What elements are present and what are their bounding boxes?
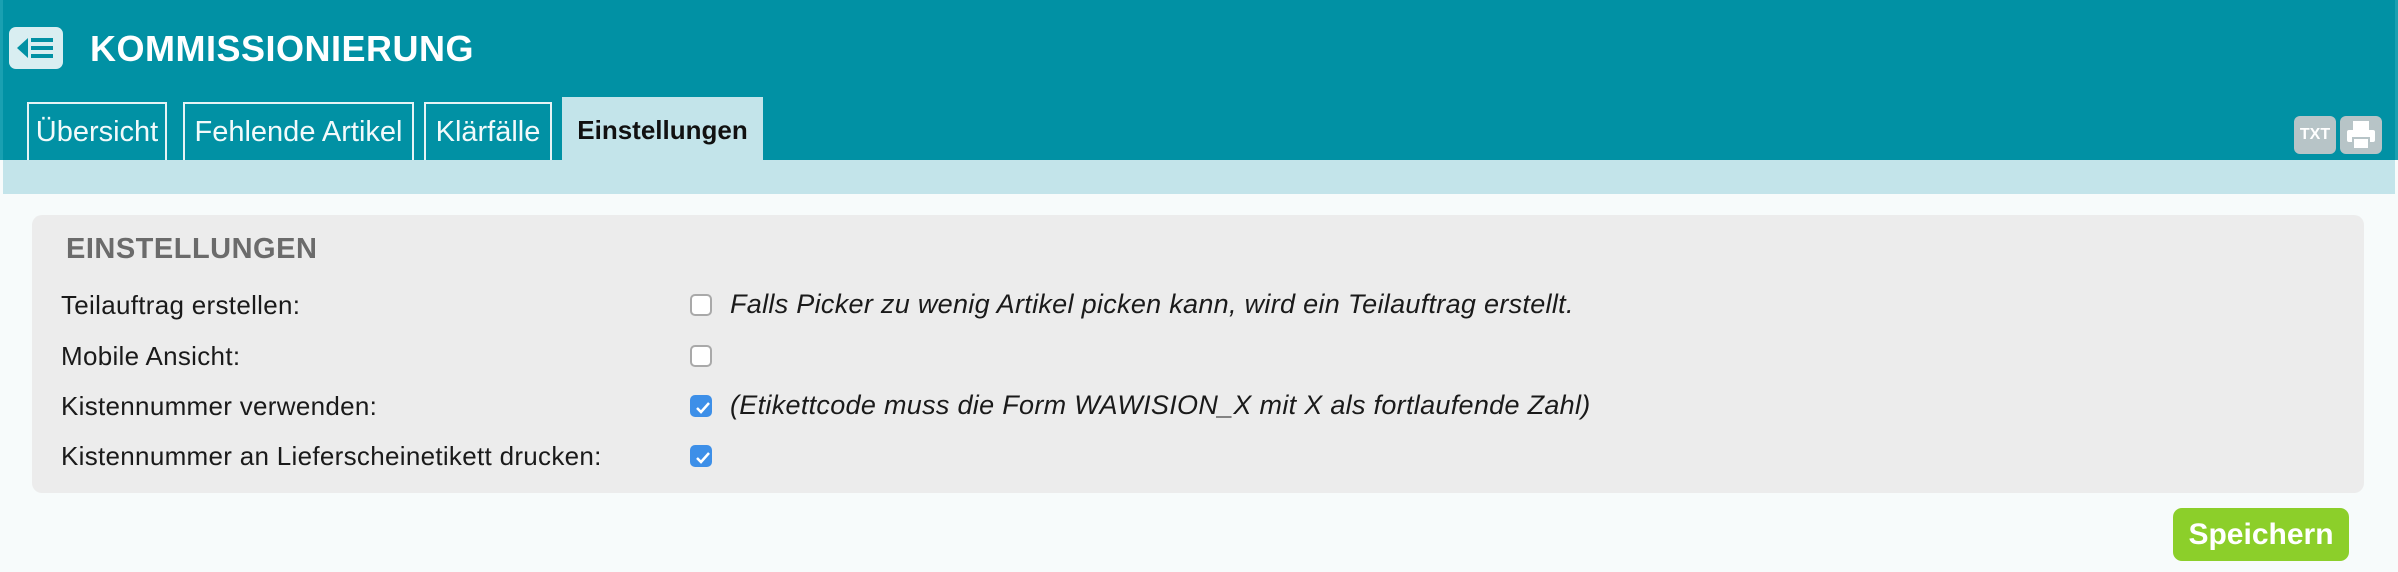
panel-title: EINSTELLUNGEN [66, 233, 318, 265]
save-button[interactable]: Speichern [2173, 508, 2349, 561]
tab-einstellungen[interactable]: Einstellungen [562, 97, 763, 160]
txt-export-icon[interactable]: TXT [2294, 116, 2336, 154]
check-icon [696, 452, 710, 464]
checkbox-teilauftrag[interactable] [690, 294, 712, 316]
setting-label-mobile: Mobile Ansicht: [61, 341, 241, 371]
checkbox-kistennummer-drucken[interactable] [690, 445, 712, 467]
tab-fehlende-artikel[interactable]: Fehlende Artikel [183, 102, 414, 160]
app-header: KOMMISSIONIERUNG Übersicht Fehlende Arti… [0, 0, 2398, 160]
hint-kistennummer: (Etikettcode muss die Form WAWISION_X mi… [730, 390, 1591, 420]
checkbox-mobile[interactable] [690, 345, 712, 367]
tab-klaerfaelle[interactable]: Klärfälle [424, 102, 552, 160]
back-menu-button[interactable] [9, 27, 63, 69]
checkbox-kistennummer[interactable] [690, 395, 712, 417]
hint-teilauftrag: Falls Picker zu wenig Artikel picken kan… [730, 289, 1574, 319]
setting-label-teilauftrag: Teilauftrag erstellen: [61, 290, 301, 320]
check-icon [696, 402, 710, 414]
settings-panel: EINSTELLUNGEN Teilauftrag erstellen: Fal… [32, 215, 2364, 493]
setting-label-kistennummer: Kistennummer verwenden: [61, 391, 378, 421]
printer-icon[interactable] [2340, 116, 2382, 154]
tab-subbar [3, 160, 2395, 194]
back-menu-icon [17, 38, 53, 58]
setting-label-kistennummer-drucken: Kistennummer an Lieferscheinetikett druc… [61, 441, 602, 471]
page-title: KOMMISSIONIERUNG [90, 28, 475, 69]
tab-uebersicht[interactable]: Übersicht [27, 102, 167, 160]
